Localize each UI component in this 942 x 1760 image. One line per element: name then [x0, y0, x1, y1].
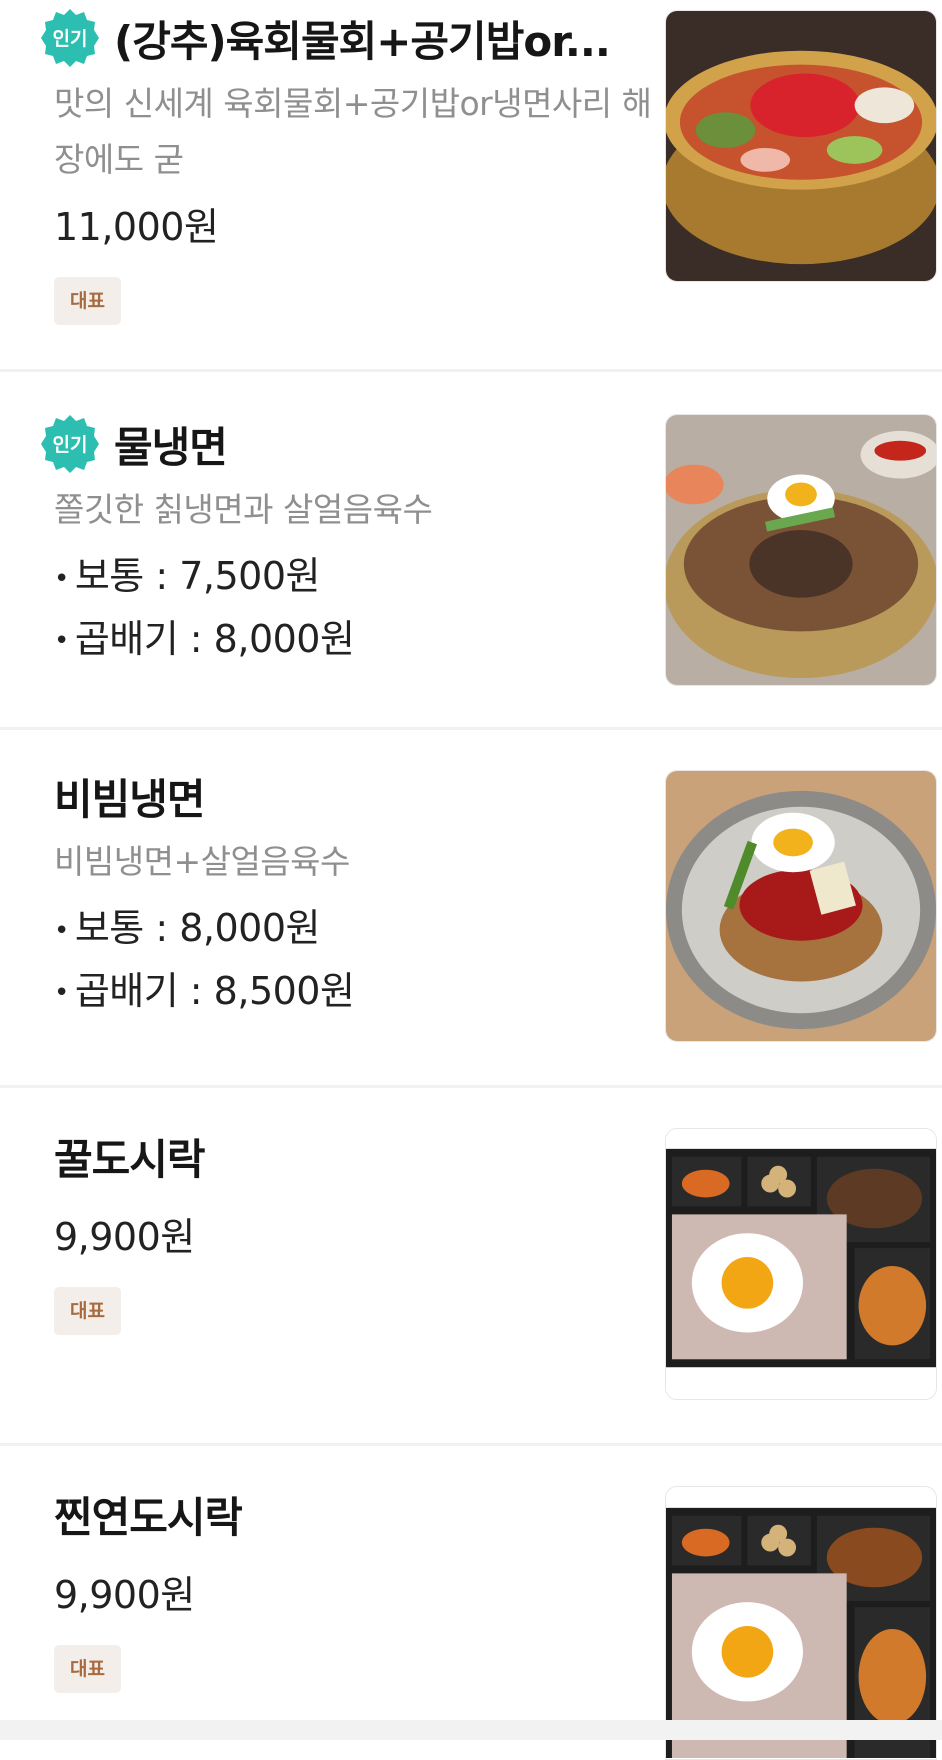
- popular-badge: 인기: [41, 415, 99, 473]
- representative-badge: 대표: [54, 1645, 121, 1693]
- menu-item-description: 비빔냉면+살얼음육수: [54, 842, 350, 881]
- menu-item-photo[interactable]: [665, 1128, 937, 1400]
- menu-item-photo[interactable]: [665, 10, 937, 282]
- lunchbox-spicy-pork-photo: [666, 1488, 936, 1758]
- representative-badge: 대표: [54, 277, 121, 325]
- menu-item-photo[interactable]: [665, 770, 937, 1042]
- menu-item[interactable]: 찐연도시락 9,900원 대표: [0, 1446, 942, 1760]
- bibim-naengmyeon-photo: [666, 771, 936, 1041]
- price-option: • 보통 : 8,000원: [54, 906, 320, 950]
- svg-text:인기: 인기: [53, 434, 88, 456]
- menu-item[interactable]: 인기 물냉면 쫄깃한 칡냉면과 살얼음육수 • 보통 : 7,500원 • 곱배기 …: [0, 372, 942, 730]
- menu-item-description: 맛의 신세계 육회물회+공기밥or냉면사리 해장에도 굳: [54, 84, 652, 179]
- mul-naengmyeon-photo: [666, 415, 936, 685]
- bottom-edge: [0, 1720, 942, 1740]
- menu-item-price: 9,900원: [54, 1215, 195, 1259]
- menu-item-description: 쫄깃한 칡냉면과 살얼음육수: [54, 490, 433, 529]
- menu-item-name: 찐연도시락: [54, 1492, 243, 1542]
- menu-item-photo[interactable]: [665, 414, 937, 686]
- representative-badge: 대표: [54, 1287, 121, 1335]
- price-option: • 보통 : 7,500원: [54, 554, 320, 598]
- svg-text:인기: 인기: [53, 28, 88, 50]
- price-option: • 곱배기 : 8,500원: [54, 968, 355, 1013]
- menu-item[interactable]: 비빔냉면 비빔냉면+살얼음육수 • 보통 : 8,000원 • 곱배기 : 8,50…: [0, 730, 942, 1088]
- popular-badge: 인기: [41, 9, 99, 67]
- menu-item-name: 물냉면: [114, 422, 227, 472]
- menu-item-name: 꿀도시락: [54, 1134, 205, 1184]
- menu-item-name: 비빔냉면: [54, 774, 205, 824]
- menu-item[interactable]: 인기 (강추)육회물회+공기밥or... 맛의 신세계 육회물회+공기밥or냉면…: [0, 0, 942, 372]
- yukhoe-mulhoe-photo: [666, 11, 936, 281]
- menu-item-photo[interactable]: [665, 1486, 937, 1760]
- menu-item[interactable]: 꿀도시락 9,900원 대표: [0, 1088, 942, 1446]
- lunchbox-bulgogi-photo: [666, 1129, 936, 1399]
- menu-item-name: (강추)육회물회+공기밥or...: [114, 16, 610, 66]
- menu-item-price: 9,900원: [54, 1573, 195, 1617]
- menu-item-price: 11,000원: [54, 205, 219, 249]
- price-option: • 곱배기 : 8,000원: [54, 616, 355, 661]
